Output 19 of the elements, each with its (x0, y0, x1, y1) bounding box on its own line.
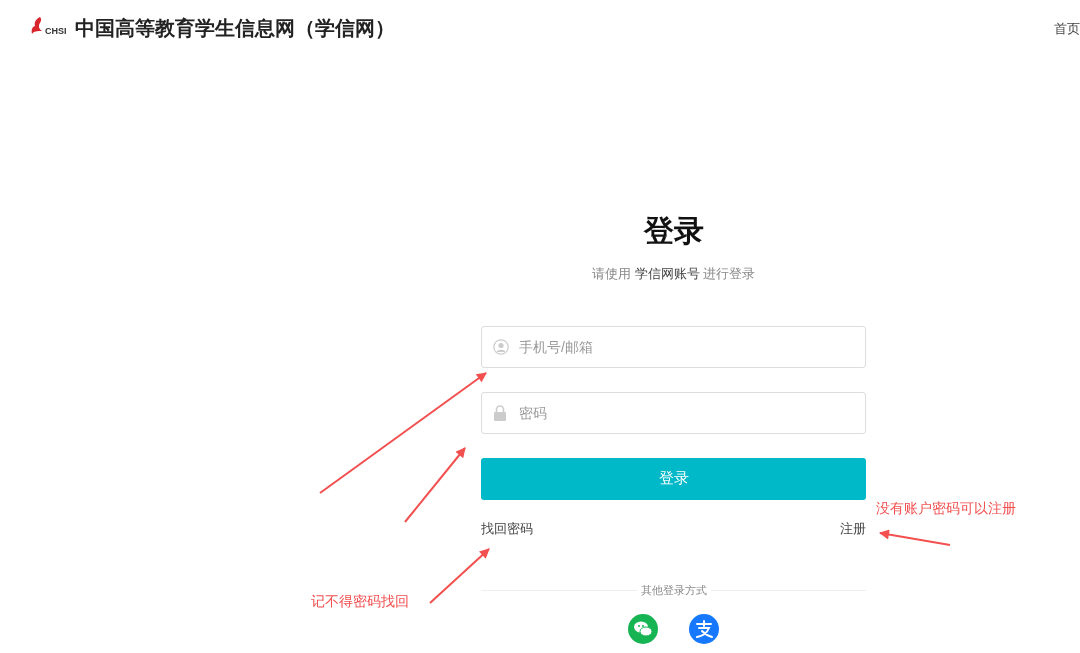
annotation-arrow (879, 529, 951, 546)
site-title: 中国高等教育学生信息网（学信网） (74, 16, 395, 41)
account-field[interactable]: 手机号/邮箱 (481, 325, 866, 368)
forgot-password-link[interactable]: 找回密码 (481, 518, 533, 538)
user-icon (493, 338, 509, 355)
login-subtitle: 请使用 学信网账号 进行登录 (590, 265, 757, 283)
annotation-text: 没有账户密码可以注册 (876, 499, 1016, 518)
password-field[interactable]: 密码 (481, 391, 866, 434)
bird-logo-icon (30, 16, 44, 36)
logo-caption: CHSI (45, 25, 67, 39)
other-methods-label: 其他登录方式 (636, 581, 711, 599)
annotation-text: 记不得密码找回 (311, 592, 409, 611)
login-title: 登录 (642, 213, 705, 249)
lock-icon (493, 404, 507, 421)
wechat-icon[interactable] (628, 614, 658, 644)
register-link[interactable]: 注册 (840, 518, 866, 538)
nav-link[interactable]: 首页 (1054, 19, 1080, 39)
payment-app-icon[interactable] (689, 614, 719, 644)
annotation-arrow (429, 548, 490, 604)
